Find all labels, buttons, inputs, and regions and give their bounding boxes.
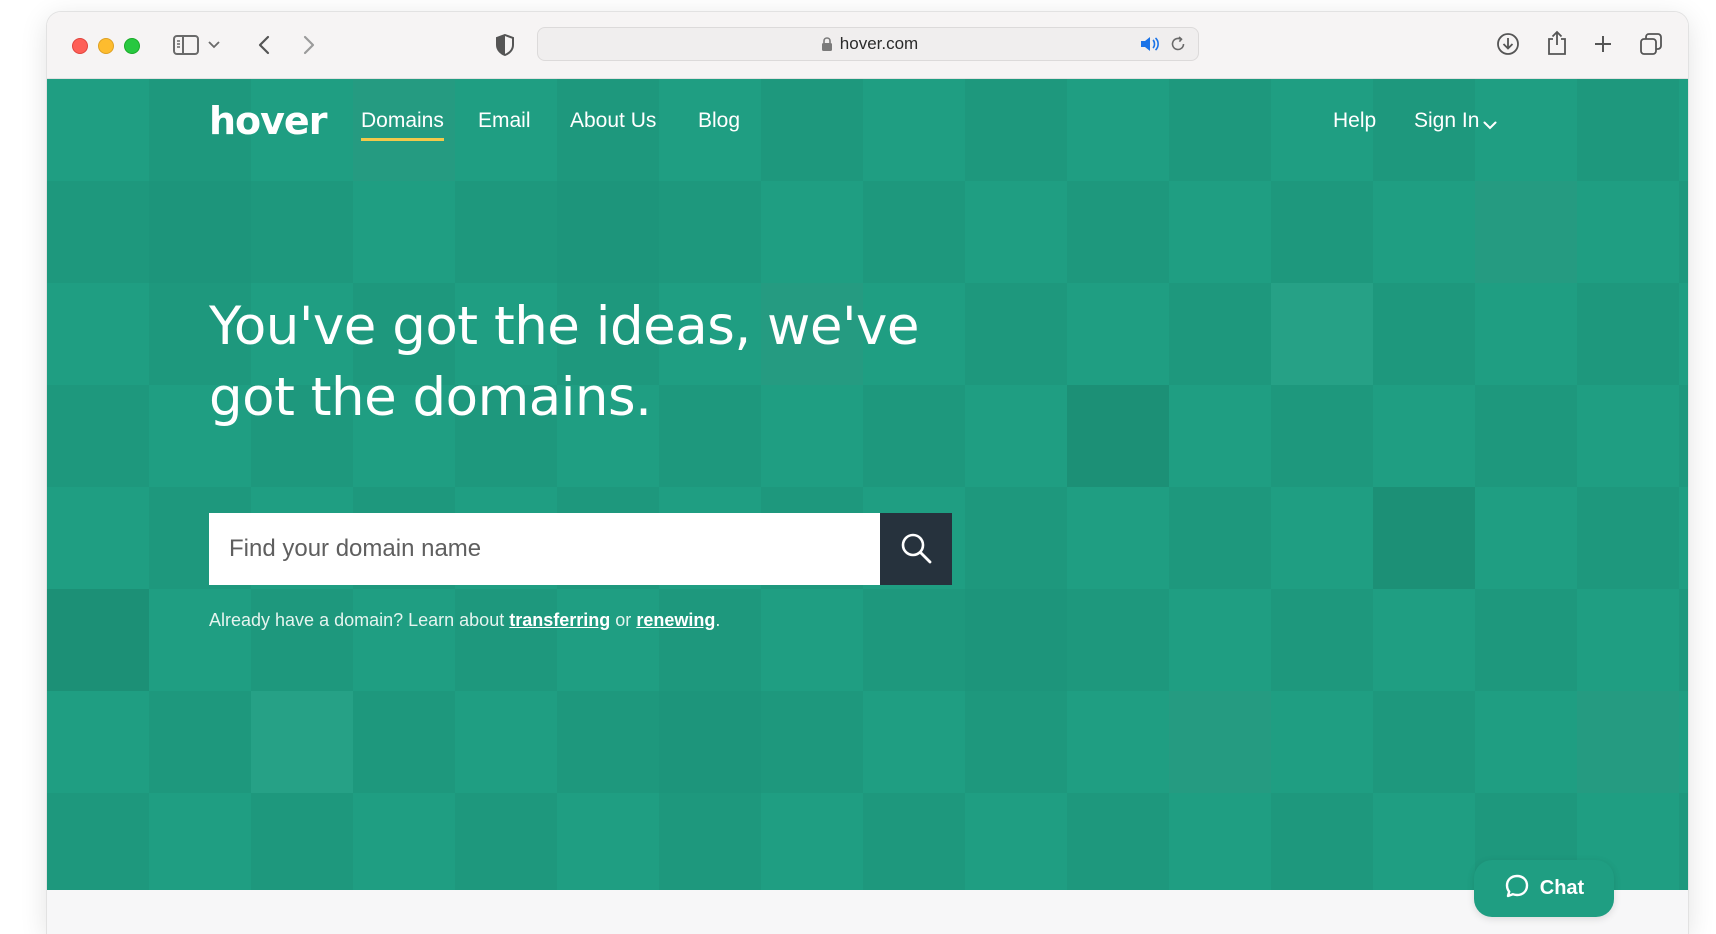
background-tile <box>1373 487 1475 589</box>
address-bar[interactable]: hover.com <box>537 27 1199 61</box>
browser-toolbar: hover.com <box>47 12 1688 79</box>
background-tile <box>1169 691 1271 793</box>
chat-button[interactable]: Chat <box>1474 860 1614 917</box>
search-icon <box>899 531 933 568</box>
forward-icon[interactable] <box>297 32 321 58</box>
nav-domains-link[interactable]: Domains <box>361 109 444 141</box>
sidebar-icon[interactable] <box>171 32 201 58</box>
share-icon[interactable] <box>1544 29 1570 57</box>
speaker-icon[interactable] <box>1140 36 1160 57</box>
reload-icon[interactable] <box>1170 36 1186 57</box>
hint-middle: or <box>615 610 632 630</box>
close-window-button[interactable] <box>72 38 88 54</box>
background-tile <box>965 589 1067 691</box>
domain-search-input[interactable] <box>209 513 880 585</box>
chevron-down-icon[interactable] <box>207 38 221 52</box>
nav-signin-link[interactable]: Sign In <box>1414 109 1479 133</box>
background-tile <box>47 589 149 691</box>
zoom-window-button[interactable] <box>124 38 140 54</box>
download-icon[interactable] <box>1495 31 1521 57</box>
background-tile <box>659 691 761 793</box>
chat-label: Chat <box>1539 877 1585 899</box>
background-tile <box>557 181 659 283</box>
nav-about-link[interactable]: About Us <box>570 109 656 133</box>
transfer-renew-hint: Already have a domain? Learn about trans… <box>209 610 720 631</box>
background-tile <box>1475 181 1577 283</box>
browser-window: hover.com hover Domains Email About Us B… <box>47 12 1688 934</box>
nav-blog-link[interactable]: Blog <box>698 109 740 133</box>
background-tile <box>1577 691 1679 793</box>
shield-icon[interactable] <box>493 32 517 58</box>
hint-suffix: . <box>715 610 721 630</box>
nav-help-link[interactable]: Help <box>1333 109 1376 133</box>
background-tile <box>251 691 353 793</box>
hover-hero-section: hover Domains Email About Us Blog Help S… <box>47 79 1688 890</box>
background-tile <box>1067 385 1169 487</box>
tabs-overview-icon[interactable] <box>1638 31 1664 57</box>
background-tile <box>1271 283 1373 385</box>
domain-search-button[interactable] <box>880 513 952 585</box>
hero-headline: You've got the ideas, we've got the doma… <box>209 296 920 428</box>
page-bottom-strip <box>47 890 1688 934</box>
hover-logo[interactable]: hover <box>209 99 327 143</box>
chat-bubble-icon <box>1504 873 1530 905</box>
nav-email-link[interactable]: Email <box>478 109 531 133</box>
hint-prefix: Already have a domain? Learn about <box>209 610 505 630</box>
back-icon[interactable] <box>252 32 276 58</box>
minimize-window-button[interactable] <box>98 38 114 54</box>
renewing-link[interactable]: renewing <box>636 610 715 630</box>
address-url[interactable]: hover.com <box>538 28 1198 60</box>
background-tile <box>149 181 251 283</box>
new-tab-icon[interactable] <box>1591 32 1615 56</box>
chevron-down-icon[interactable] <box>1483 117 1497 135</box>
transferring-link[interactable]: transferring <box>509 610 610 630</box>
